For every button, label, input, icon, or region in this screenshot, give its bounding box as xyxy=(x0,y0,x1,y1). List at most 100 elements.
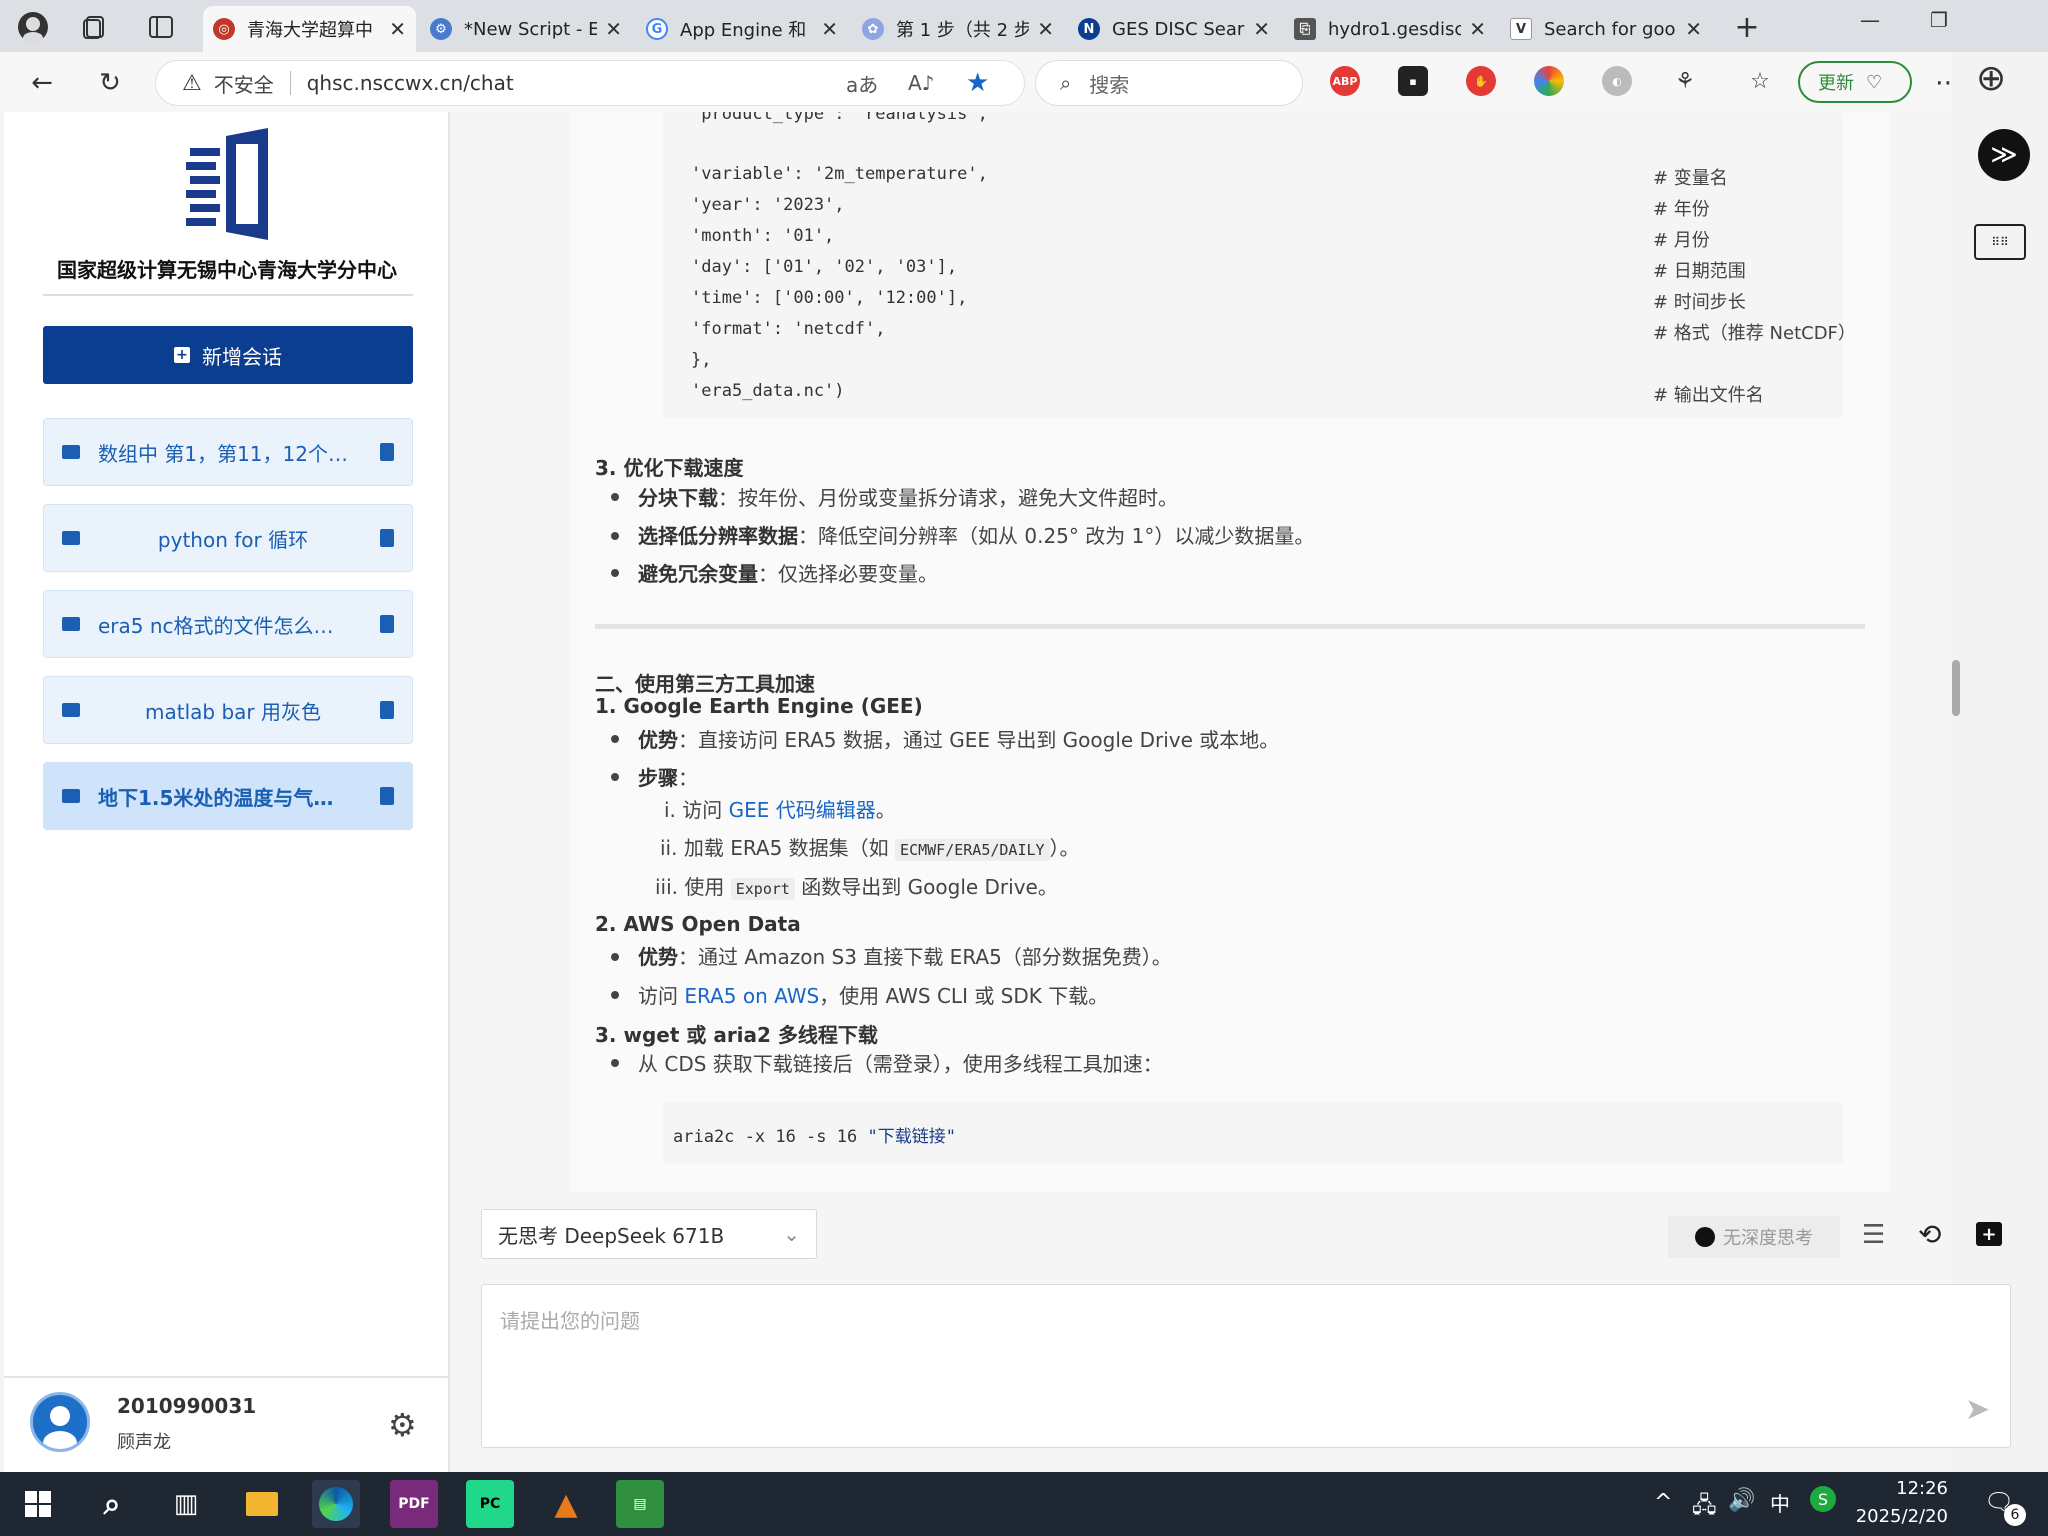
user-name: 顾声龙 xyxy=(117,1432,171,1453)
edge-browser-icon[interactable] xyxy=(312,1480,360,1528)
search-box[interactable]: ⌕ 搜索 xyxy=(1035,60,1303,106)
code-line: 'year': '2023', xyxy=(691,195,845,215)
sogou-icon[interactable]: S xyxy=(1810,1486,1836,1512)
conversation-label: 地下1.5米处的温度与气… xyxy=(98,785,334,810)
tab-title: hydro1.gesdisc xyxy=(1328,18,1462,40)
user-divider xyxy=(4,1376,448,1378)
pdf-app-icon[interactable]: PDF xyxy=(390,1480,438,1528)
vertical-tabs-icon[interactable] xyxy=(144,10,178,44)
restore-icon[interactable]: ❐ xyxy=(1930,8,1948,32)
security-label: 不安全 xyxy=(213,72,274,97)
code-line: 'era5_data.nc') xyxy=(691,381,845,401)
deep-think-icon xyxy=(1695,1227,1715,1247)
adblock-plus-icon[interactable]: ABP xyxy=(1330,66,1360,96)
chart-app-icon[interactable]: ▤ xyxy=(616,1480,664,1528)
code-line: 'variable': '2m_temperature', xyxy=(691,164,988,184)
nasa-favicon-icon: N xyxy=(1078,18,1100,40)
profile-avatar-icon[interactable] xyxy=(16,10,50,44)
ime-indicator[interactable]: 中 xyxy=(1770,1488,1790,1517)
avatar[interactable] xyxy=(30,1392,90,1452)
minimize-icon[interactable]: — xyxy=(1860,8,1880,32)
step-favicon-icon: ✿ xyxy=(862,18,884,40)
gee-editor-link[interactable]: GEE 代码编辑器 xyxy=(729,798,876,822)
url-text[interactable]: qhsc.nsccwx.cn/chat xyxy=(307,71,514,95)
conversation-item[interactable]: era5 nc格式的文件怎么… xyxy=(43,590,413,658)
delete-icon[interactable] xyxy=(380,529,394,547)
settings-gear-icon[interactable]: ⚙ xyxy=(388,1406,417,1444)
tab-qinghai-univ[interactable]: ◎ 青海大学超算中 ✕ xyxy=(203,6,416,52)
clock-date[interactable]: 2025/2/20 xyxy=(1838,1506,1948,1527)
deep-think-toggle[interactable]: 无深度思考 xyxy=(1668,1216,1840,1258)
read-aloud-icon[interactable]: A♪ xyxy=(908,71,934,95)
history-icon[interactable]: ⟲ xyxy=(1918,1218,1941,1251)
close-tab-icon[interactable]: ✕ xyxy=(389,17,406,41)
windows-taskbar: ⌕ ▥ PDF PC ▲ ▤ ^ 🖧 🔊 中 S 12:26 2025/2/20… xyxy=(0,1472,2048,1536)
matlab-icon[interactable]: ▲ xyxy=(542,1480,590,1528)
question-input[interactable]: 请提出您的问题 ➤ xyxy=(481,1284,2011,1448)
chat-message-content: 'product_type': 'reanalysis', 'variable'… xyxy=(570,112,1890,1192)
network-icon[interactable]: 🖧 xyxy=(1692,1488,1717,1526)
extension-dark-icon[interactable]: ▪ xyxy=(1398,66,1428,96)
close-tab-icon[interactable]: ✕ xyxy=(821,17,838,41)
keyboard-icon[interactable]: ⠿⠿ xyxy=(1974,224,2026,260)
delete-icon[interactable] xyxy=(380,701,394,719)
delete-icon[interactable] xyxy=(380,615,394,633)
favorite-star-icon[interactable]: ★ xyxy=(966,68,989,98)
conversation-item-active[interactable]: 地下1.5米处的温度与气… xyxy=(43,762,413,830)
taskbar-search-icon[interactable]: ⌕ xyxy=(88,1480,136,1528)
new-tab-icon[interactable]: + xyxy=(1730,10,1764,45)
new-chat-button[interactable]: + 新增会话 xyxy=(43,326,413,384)
sidebar-divider xyxy=(43,294,413,296)
address-bar-row: ← ↻ ⚠ 不安全 qhsc.nsccwx.cn/chat aあ A♪ ★ ⌕ … xyxy=(0,52,2048,112)
delete-icon[interactable] xyxy=(380,787,394,805)
clock-time[interactable]: 12:26 xyxy=(1838,1478,1948,1499)
extension-gray-icon[interactable]: ◐ xyxy=(1602,66,1632,96)
chat-icon xyxy=(62,789,80,803)
tab-ges-disc[interactable]: N GES DISC Searc ✕ xyxy=(1068,6,1280,52)
tab-app-engine[interactable]: G App Engine 和 ✕ xyxy=(636,6,848,52)
code-line: 'time': ['00:00', '12:00'], xyxy=(691,288,968,308)
settings-sliders-icon[interactable]: ☰ xyxy=(1862,1220,1885,1250)
workspaces-icon[interactable] xyxy=(78,10,112,44)
browser-tab-bar: ◎ 青海大学超算中 ✕ ⚙ *New Script - E ✕ G App En… xyxy=(0,0,2048,52)
translate-icon[interactable]: aあ xyxy=(846,69,878,98)
code-comment: # 时间步长 xyxy=(1653,292,1746,313)
close-tab-icon[interactable]: ✕ xyxy=(1685,17,1702,41)
remote-desktop-icon[interactable]: ≫ xyxy=(1978,129,2030,181)
close-tab-icon[interactable]: ✕ xyxy=(1469,17,1486,41)
conversation-label: matlab bar 用灰色 xyxy=(145,699,321,724)
pycharm-icon[interactable]: PC xyxy=(466,1480,514,1528)
delete-icon[interactable] xyxy=(380,443,394,461)
update-button[interactable]: 更新 ♡ xyxy=(1798,61,1912,103)
scrollbar-thumb[interactable] xyxy=(1952,660,1960,716)
new-conversation-icon[interactable]: + xyxy=(1976,1222,2002,1246)
tab-title: *New Script - E xyxy=(464,18,598,40)
extensions-icon[interactable]: ⚘ xyxy=(1670,66,1700,96)
zoom-in-icon[interactable]: ⊕ xyxy=(1976,58,2006,99)
tab-new-script[interactable]: ⚙ *New Script - E ✕ xyxy=(420,6,632,52)
conversation-item[interactable]: 数组中 第1，第11，12个… xyxy=(43,418,413,486)
send-icon[interactable]: ➤ xyxy=(1965,1392,1990,1427)
tab-step-1[interactable]: ✿ 第 1 步（共 2 步 ✕ xyxy=(852,6,1064,52)
close-tab-icon[interactable]: ✕ xyxy=(605,17,622,41)
task-view-icon[interactable]: ▥ xyxy=(162,1480,210,1528)
close-tab-icon[interactable]: ✕ xyxy=(1253,17,1270,41)
volume-icon[interactable]: 🔊 xyxy=(1728,1488,1755,1513)
conversation-item[interactable]: matlab bar 用灰色 xyxy=(43,676,413,744)
model-select[interactable]: 无思考 DeepSeek 671B ⌄ xyxy=(481,1209,817,1259)
conversation-item[interactable]: python for 循环 xyxy=(43,504,413,572)
url-box[interactable]: ⚠ 不安全 qhsc.nsccwx.cn/chat aあ A♪ ★ xyxy=(155,60,1025,106)
back-icon[interactable]: ← xyxy=(24,65,60,101)
tab-hydro1[interactable]: ⎘ hydro1.gesdisc ✕ xyxy=(1284,6,1496,52)
favorites-icon[interactable]: ☆ xyxy=(1745,66,1775,96)
file-explorer-icon[interactable] xyxy=(238,1480,286,1528)
era5-aws-link[interactable]: ERA5 on AWS xyxy=(684,984,819,1008)
extension-color-icon[interactable] xyxy=(1534,66,1564,96)
extension-red-icon[interactable]: ✋ xyxy=(1466,66,1496,96)
tab-search-for-goo[interactable]: V Search for goo ✕ xyxy=(1500,6,1712,52)
windows-start-icon[interactable] xyxy=(14,1480,62,1528)
close-tab-icon[interactable]: ✕ xyxy=(1037,17,1054,41)
section-heading: 二、使用第三方工具加速 xyxy=(595,672,815,696)
tray-chevron-icon[interactable]: ^ xyxy=(1654,1490,1672,1515)
refresh-icon[interactable]: ↻ xyxy=(92,65,128,101)
